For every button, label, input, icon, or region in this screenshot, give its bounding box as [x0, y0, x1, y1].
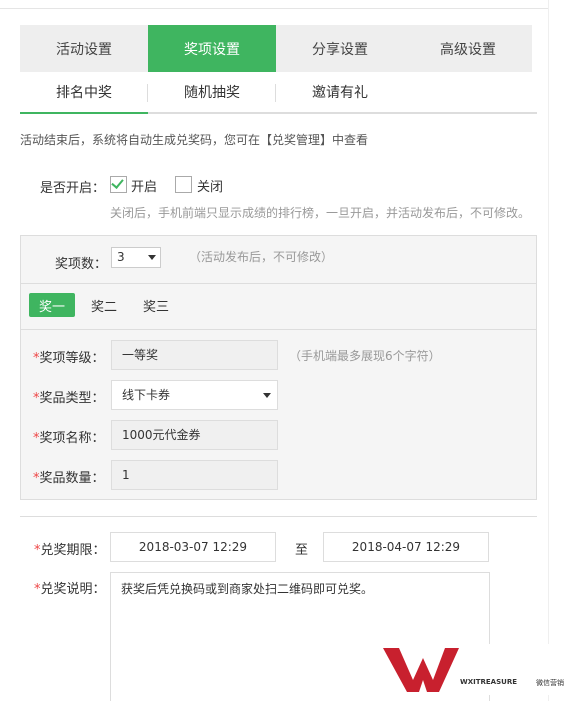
prize-settings-panel: 奖项数： 3 （活动发布后，不可修改） 奖一 奖二 奖三 *奖项等级： 一等奖 …	[20, 235, 537, 500]
enable-hint: 关闭后，手机前端只显示成绩的排行榜，一旦开启，并活动发布后，不可修改。	[110, 206, 531, 220]
tab-activity-settings[interactable]: 活动设置	[20, 25, 148, 72]
subtab-invite-reward[interactable]: 邀请有礼	[276, 72, 404, 112]
date-range-separator: 至	[295, 543, 309, 558]
prize-tab-2[interactable]: 奖二	[81, 293, 127, 317]
prize-level-label: *奖项等级：	[33, 351, 105, 366]
prize-type-label: *奖品类型：	[33, 391, 105, 406]
notice-text: 活动结束后，系统将自动生成兑奖码，您可在【兑奖管理】中查看	[20, 133, 369, 147]
tab-prize-settings[interactable]: 奖项设置	[148, 25, 276, 72]
watermark-brand-text: WXITREASURE	[460, 678, 517, 686]
prize-tab-3[interactable]: 奖三	[133, 293, 179, 317]
redeem-end-date-input[interactable]: 2018-04-07 12:29	[323, 532, 489, 562]
prize-count-value: 3	[117, 250, 125, 264]
right-edge	[548, 0, 549, 701]
check-icon	[111, 176, 124, 189]
sub-tabs: 排名中奖 随机抽奖 邀请有礼	[20, 72, 537, 114]
chevron-down-icon	[148, 255, 156, 260]
subtab-ranking-prize[interactable]: 排名中奖	[20, 72, 148, 114]
redeem-start-date-input[interactable]: 2018-03-07 12:29	[110, 532, 276, 562]
prize-level-hint: （手机端最多展现6个字符）	[289, 349, 441, 363]
enable-off-checkbox[interactable]	[175, 176, 192, 193]
prize-count-hint: （活动发布后，不可修改）	[189, 250, 334, 264]
section-divider	[20, 516, 537, 517]
tab-advanced-settings[interactable]: 高级设置	[404, 25, 532, 72]
prize-name-input[interactable]: 1000元代金券	[111, 420, 278, 450]
redeem-period-label: *兑奖期限：	[34, 543, 106, 558]
chevron-down-icon	[263, 393, 271, 398]
panel-divider	[21, 283, 536, 284]
prize-name-label: *奖项名称：	[33, 431, 105, 446]
enable-on-checkbox[interactable]	[110, 176, 127, 193]
prize-level-input[interactable]: 一等奖	[111, 340, 278, 370]
prize-quantity-input[interactable]: 1	[111, 460, 278, 490]
enable-on-label[interactable]: 开启	[131, 176, 157, 195]
prize-count-label: 奖项数：	[55, 257, 108, 272]
tab-share-settings[interactable]: 分享设置	[276, 25, 404, 72]
main-tabs: 活动设置 奖项设置 分享设置 高级设置	[20, 25, 532, 72]
redeem-description-label: *兑奖说明：	[34, 582, 106, 597]
prize-tab-1[interactable]: 奖一	[29, 293, 76, 317]
prize-quantity-label: *奖品数量：	[33, 471, 105, 486]
enable-off-label[interactable]: 关闭	[197, 176, 223, 195]
subtab-random-draw[interactable]: 随机抽奖	[148, 72, 276, 112]
top-divider	[0, 8, 548, 9]
enable-label: 是否开启：	[40, 181, 106, 196]
watermark-brand-cn-text: 微信营销	[536, 679, 564, 687]
prize-type-value: 线下卡券	[122, 388, 171, 402]
panel-divider	[21, 329, 536, 330]
prize-level-tabs: 奖一 奖二 奖三	[29, 293, 185, 317]
prize-count-select[interactable]: 3	[111, 247, 161, 268]
prize-type-select[interactable]: 线下卡券	[111, 380, 278, 410]
